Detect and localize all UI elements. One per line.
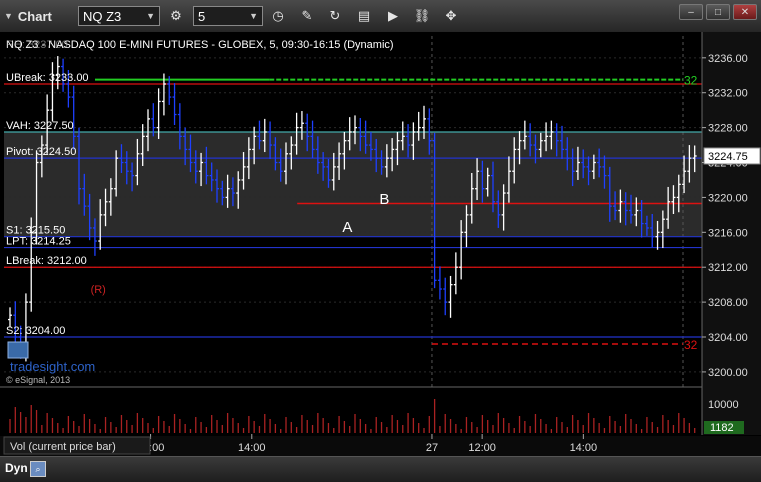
zoom-icon[interactable]: ⌕ bbox=[30, 461, 46, 477]
last-price-label: 3224.75 bbox=[708, 151, 748, 163]
volume-last-label: 1182 bbox=[710, 422, 734, 434]
level-label: LBreak: 3212.00 bbox=[6, 255, 87, 267]
x-tick-label: 12:00 bbox=[468, 442, 496, 454]
copyright: © eSignal, 2013 bbox=[6, 375, 70, 385]
volume-label: Vol (current price bar) bbox=[10, 441, 116, 453]
y-tick-label: 3236.00 bbox=[708, 53, 748, 65]
y-tick-label: 3228.00 bbox=[708, 123, 748, 135]
y-tick-label: 3220.00 bbox=[708, 192, 748, 204]
y-tick-label: 3232.00 bbox=[708, 88, 748, 100]
y-tick-label: 3204.00 bbox=[708, 332, 748, 344]
annotation-label: (R) bbox=[91, 284, 106, 296]
bottom-bar: Dyn ⌕ bbox=[0, 456, 761, 482]
y-tick-label: 3216.00 bbox=[708, 227, 748, 239]
x-tick-label: 14:00 bbox=[570, 442, 598, 454]
trade-marker: A bbox=[342, 219, 352, 236]
value-area-band bbox=[4, 131, 702, 237]
green-level-label: 32 bbox=[684, 74, 698, 88]
level-label: VAH: 3227.50 bbox=[6, 120, 74, 132]
y-tick-label: 3208.00 bbox=[708, 297, 748, 309]
x-tick-label: 27 bbox=[426, 442, 438, 454]
level-label: Pivot: 3224.50 bbox=[6, 146, 76, 158]
y-tick-label: 3200.00 bbox=[708, 367, 748, 379]
watermark: tradesight.com bbox=[10, 359, 95, 374]
x-tick-label: 14:00 bbox=[238, 442, 266, 454]
level-label: S2: 3204.00 bbox=[6, 325, 65, 337]
watermark-logo bbox=[7, 341, 29, 359]
level-label: UBreak: 3233.00 bbox=[6, 72, 89, 84]
title-overlap-label: RH: 3237.00 bbox=[6, 39, 68, 51]
level-label: LPT: 3214.25 bbox=[6, 236, 71, 248]
red-dash-level-label: 32 bbox=[684, 338, 698, 352]
trade-marker: B bbox=[379, 191, 389, 208]
volume-tick-label: 10000 bbox=[708, 399, 739, 411]
price-chart[interactable]: 3200.00 3204.00 3208.00 3212.00 3216.00 3220.… bbox=[0, 0, 761, 481]
y-tick-label: 3212.00 bbox=[708, 262, 748, 274]
mode-label[interactable]: Dyn bbox=[5, 461, 28, 475]
